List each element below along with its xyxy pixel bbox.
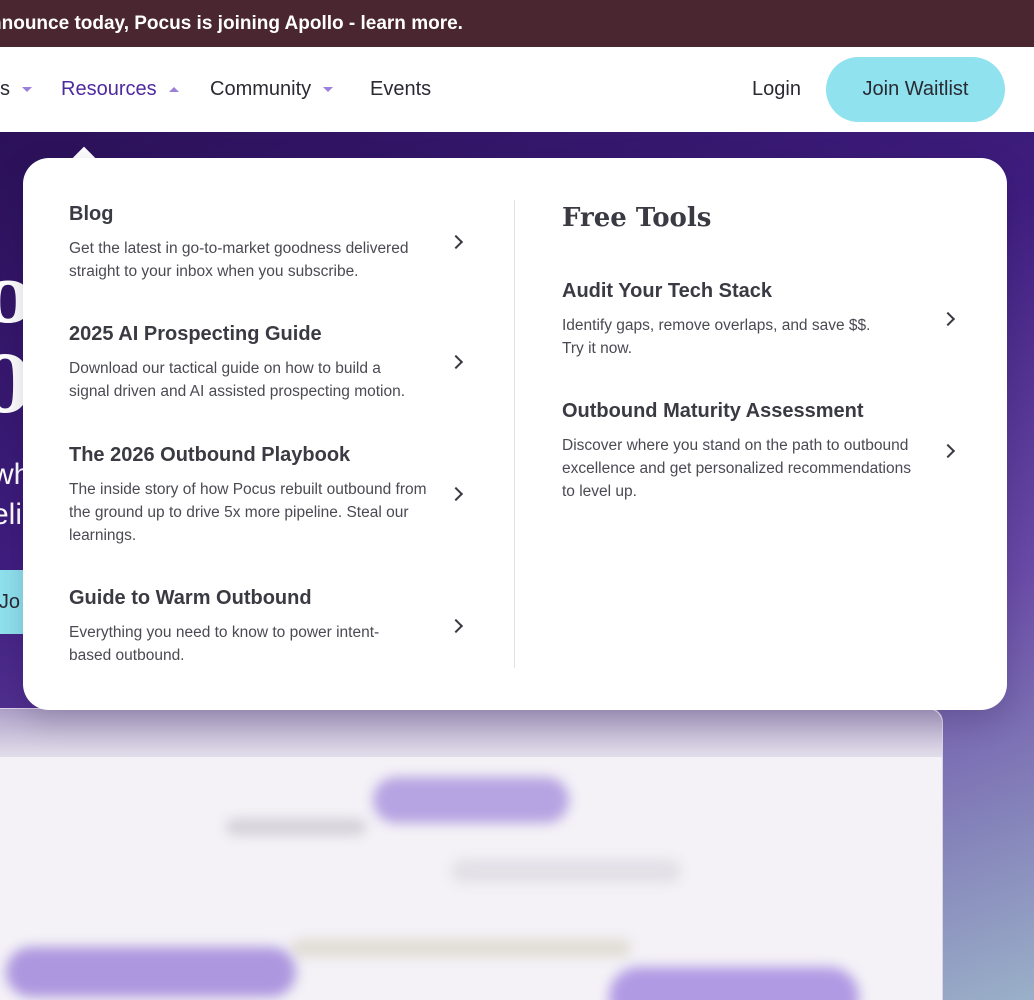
hero-partial-text-4: eli [0, 498, 23, 531]
resource-item-outbound-playbook[interactable]: The 2026 Outbound Playbook The inside st… [69, 442, 509, 547]
resource-item-desc: Download our tactical guide on how to bu… [69, 360, 406, 400]
site-header: s Resources Community Events Login Join … [0, 47, 1034, 132]
resource-item-desc: The inside story of how Pocus rebuilt ou… [69, 481, 427, 544]
nav-item-partial[interactable]: s [0, 47, 32, 132]
tool-item-desc: Discover where you stand on the path to … [562, 437, 911, 500]
resources-dropdown: Blog Get the latest in go-to-market good… [23, 158, 1007, 710]
preview-blob [373, 777, 569, 823]
tool-item-title: Outbound Maturity Assessment [562, 400, 864, 422]
nav-item-community[interactable]: Community [210, 47, 334, 132]
dropdown-divider [514, 200, 515, 668]
tool-item-desc: Identify gaps, remove overlaps, and save… [562, 317, 871, 357]
login-link[interactable]: Login [752, 47, 801, 132]
join-waitlist-button[interactable]: Join Waitlist [826, 57, 1005, 122]
resource-item-desc: Everything you need to know to power int… [69, 624, 380, 664]
nav-item-events[interactable]: Events [370, 47, 431, 132]
preview-blob [609, 967, 859, 1000]
preview-topbar [0, 709, 942, 757]
free-tools-heading: Free Tools [562, 203, 712, 233]
tool-item-title: Audit Your Tech Stack [562, 280, 773, 302]
tool-item-audit-tech-stack[interactable]: Audit Your Tech Stack Identify gaps, rem… [562, 278, 982, 360]
preview-blob [226, 819, 366, 835]
announcement-text[interactable]: nnounce today, Pocus is joining Apollo -… [0, 13, 463, 35]
nav-item-partial-label: s [0, 78, 10, 100]
chevron-down-icon [323, 87, 334, 92]
nav-item-resources[interactable]: Resources [61, 47, 179, 132]
nav-item-community-label: Community [210, 78, 312, 100]
tool-item-outbound-maturity[interactable]: Outbound Maturity Assessment Discover wh… [562, 398, 982, 503]
nav-item-resources-label: Resources [61, 78, 157, 100]
resource-item-desc: Get the latest in go-to-market goodness … [69, 240, 409, 280]
preview-blob [6, 947, 296, 997]
preview-blob [291, 939, 631, 957]
resource-item-title: The 2026 Outbound Playbook [69, 444, 351, 466]
resource-item-title: Blog [69, 203, 114, 225]
chevron-up-icon [168, 87, 179, 92]
resource-item-ai-prospecting-guide[interactable]: 2025 AI Prospecting Guide Download our t… [69, 321, 509, 403]
nav-item-events-label: Events [370, 78, 432, 100]
resource-item-blog[interactable]: Blog Get the latest in go-to-market good… [69, 201, 509, 283]
product-preview [0, 708, 943, 1000]
resource-item-warm-outbound[interactable]: Guide to Warm Outbound Everything you ne… [69, 585, 509, 667]
resource-item-title: 2025 AI Prospecting Guide [69, 323, 322, 345]
chevron-down-icon [22, 87, 32, 92]
preview-blob [451, 859, 681, 883]
resource-item-title: Guide to Warm Outbound [69, 587, 312, 609]
announcement-bar[interactable]: nnounce today, Pocus is joining Apollo -… [0, 0, 1034, 47]
